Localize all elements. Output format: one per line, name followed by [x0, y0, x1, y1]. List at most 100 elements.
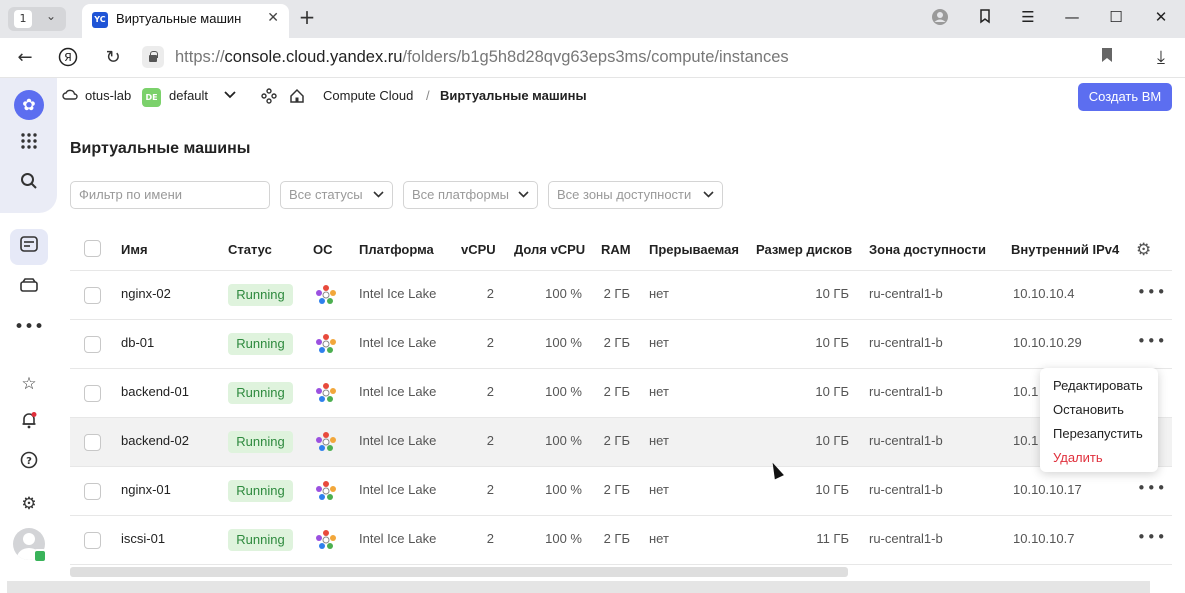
column-header-ram[interactable]: RAM — [601, 242, 631, 257]
zone-filter-select[interactable]: Все зоны доступности — [548, 181, 723, 209]
menu-item-delete[interactable]: Удалить — [1053, 450, 1103, 465]
home-icon[interactable] — [289, 88, 305, 107]
disks-icon[interactable] — [14, 272, 44, 302]
row-actions-more-icon[interactable]: ••• — [1137, 283, 1167, 301]
collections-icon[interactable] — [975, 8, 995, 28]
os-logo-icon — [315, 382, 337, 404]
url-field[interactable]: https://console.cloud.yandex.ru/folders/… — [175, 48, 789, 67]
download-icon[interactable]: ⤓ — [1150, 47, 1172, 68]
platform-filter-select[interactable]: Все платформы — [403, 181, 538, 209]
table-row[interactable]: Running nginx-02 Intel Ice Lake 2 100 % 2 ГБ н… — [70, 271, 1172, 320]
vm-name[interactable]: nginx-01 — [121, 482, 171, 497]
name-filter-input[interactable]: Фильтр по имени — [70, 181, 270, 209]
back-icon[interactable]: ← — [14, 47, 36, 68]
column-header-name[interactable]: Имя — [121, 242, 148, 257]
vm-name[interactable]: iscsi-01 — [121, 531, 165, 546]
left-navigation: ✿ ••• ☆ ? ⚙ — [0, 78, 57, 593]
url-path: /folders/b1g5h8d28qvg63eps3ms/compute/in… — [402, 48, 789, 66]
yandex-icon[interactable]: Я — [57, 47, 79, 72]
breadcrumb-folder[interactable]: default — [169, 88, 208, 103]
table-row[interactable]: Running nginx-01 Intel Ice Lake 2 100 % 2 ГБ н… — [70, 467, 1172, 516]
zone-filter-value: Все зоны доступности — [557, 187, 692, 202]
vm-name[interactable]: nginx-02 — [121, 286, 171, 301]
vm-zone: ru-central1-b — [869, 286, 943, 301]
vm-zone: ru-central1-b — [869, 482, 943, 497]
column-header-preemptible[interactable]: Прерываемая — [649, 242, 739, 257]
menu-item-stop[interactable]: Остановить — [1053, 402, 1124, 417]
menu-icon[interactable]: ☰ — [1018, 8, 1038, 26]
row-checkbox[interactable] — [84, 385, 101, 402]
menu-item-edit[interactable]: Редактировать — [1053, 378, 1143, 393]
compute-service-icon[interactable] — [261, 88, 277, 107]
select-all-checkbox[interactable] — [84, 240, 101, 257]
vm-ram: 2 ГБ — [603, 433, 630, 448]
row-checkbox[interactable] — [84, 434, 101, 451]
vm-internal-ip: 10.10.10.7 — [1013, 531, 1075, 546]
table-row[interactable]: Running iscsi-01 Intel Ice Lake 2 100 % 2 ГБ н… — [70, 516, 1172, 565]
table-horizontal-scrollbar[interactable] — [70, 567, 848, 577]
column-header-vcpu[interactable]: vCPU — [461, 242, 496, 257]
table-row[interactable]: Running backend-01 Intel Ice Lake 2 100 % 2 Г… — [70, 369, 1172, 418]
vm-zone: ru-central1-b — [869, 335, 943, 350]
bookmark-icon[interactable] — [1096, 47, 1118, 68]
table-settings-gear-icon[interactable]: ⚙ — [1136, 240, 1151, 260]
vm-preemptible: нет — [649, 286, 669, 301]
page-title: Виртуальные машины — [70, 140, 251, 157]
browser-tab[interactable]: YC Виртуальные машин ✕ — [82, 4, 289, 38]
vm-name[interactable]: db-01 — [121, 335, 154, 350]
more-icon[interactable]: ••• — [14, 312, 44, 342]
settings-gear-icon[interactable]: ⚙ — [14, 489, 44, 519]
column-header-disk-size[interactable]: Размер дисков — [756, 242, 852, 257]
page-horizontal-scrollbar[interactable] — [7, 581, 1150, 593]
close-tab-icon[interactable]: ✕ — [267, 10, 279, 26]
cloud-logo-icon[interactable]: ✿ — [14, 90, 44, 120]
row-checkbox[interactable] — [84, 336, 101, 353]
vm-ram: 2 ГБ — [603, 335, 630, 350]
vm-vcpu: 2 — [486, 384, 494, 399]
create-vm-button[interactable]: Создать ВМ — [1078, 83, 1172, 111]
profile-icon[interactable] — [930, 8, 950, 30]
lock-icon[interactable] — [142, 46, 164, 68]
status-filter-select[interactable]: Все статусы — [280, 181, 393, 209]
column-header-status[interactable]: Статус — [228, 242, 272, 257]
help-icon[interactable]: ? — [14, 449, 44, 479]
vm-vcpu-share: 100 % — [545, 384, 582, 399]
column-header-vcpu-share[interactable]: Доля vCPU — [514, 242, 585, 257]
row-actions-more-icon[interactable]: ••• — [1137, 528, 1167, 546]
favorites-star-icon[interactable]: ☆ — [14, 369, 44, 399]
vm-internal-ip: 10.10.10.4 — [1013, 286, 1075, 301]
reload-icon[interactable]: ↻ — [102, 47, 124, 68]
notifications-bell-icon[interactable] — [14, 409, 44, 439]
close-window-icon[interactable]: ✕ — [1151, 8, 1171, 26]
vm-disk-size: 11 ГБ — [816, 531, 849, 546]
column-header-os[interactable]: ОС — [313, 242, 333, 257]
virtual-machines-icon[interactable] — [14, 232, 44, 262]
menu-item-restart[interactable]: Перезапустить — [1053, 426, 1143, 441]
row-checkbox[interactable] — [84, 287, 101, 304]
column-header-internal-ipv4[interactable]: Внутренний IPv4 — [1011, 242, 1119, 257]
row-actions-more-icon[interactable]: ••• — [1137, 332, 1167, 350]
column-header-platform[interactable]: Платформа — [359, 242, 434, 257]
table-row[interactable]: Running db-01 Intel Ice Lake 2 100 % 2 ГБ нет 1… — [70, 320, 1172, 369]
folder-chevron-down-icon[interactable] — [224, 88, 236, 102]
row-actions-more-icon[interactable]: ••• — [1137, 479, 1167, 497]
vm-vcpu-share: 100 % — [545, 286, 582, 301]
vm-preemptible: нет — [649, 384, 669, 399]
maximize-icon[interactable]: ☐ — [1106, 8, 1126, 26]
vm-internal-ip: 10.10.10.17 — [1013, 482, 1082, 497]
vm-preemptible: нет — [649, 531, 669, 546]
vm-name[interactable]: backend-02 — [121, 433, 189, 448]
new-tab-icon[interactable]: + — [296, 7, 318, 29]
breadcrumb-cloud[interactable]: otus-lab — [85, 88, 131, 103]
row-checkbox[interactable] — [84, 483, 101, 500]
vm-vcpu-share: 100 % — [545, 482, 582, 497]
column-header-zone[interactable]: Зона доступности — [869, 242, 986, 257]
tab-group-switcher[interactable]: 1 ⌄ — [8, 7, 66, 31]
search-icon[interactable] — [14, 170, 44, 200]
all-services-icon[interactable] — [14, 130, 44, 160]
vm-name[interactable]: backend-01 — [121, 384, 189, 399]
row-checkbox[interactable] — [84, 532, 101, 549]
table-row[interactable]: Running backend-02 Intel Ice Lake 2 100 % 2 Г… — [70, 418, 1172, 467]
minimize-icon[interactable]: — — [1062, 8, 1082, 26]
breadcrumb-service[interactable]: Compute Cloud — [323, 88, 413, 103]
